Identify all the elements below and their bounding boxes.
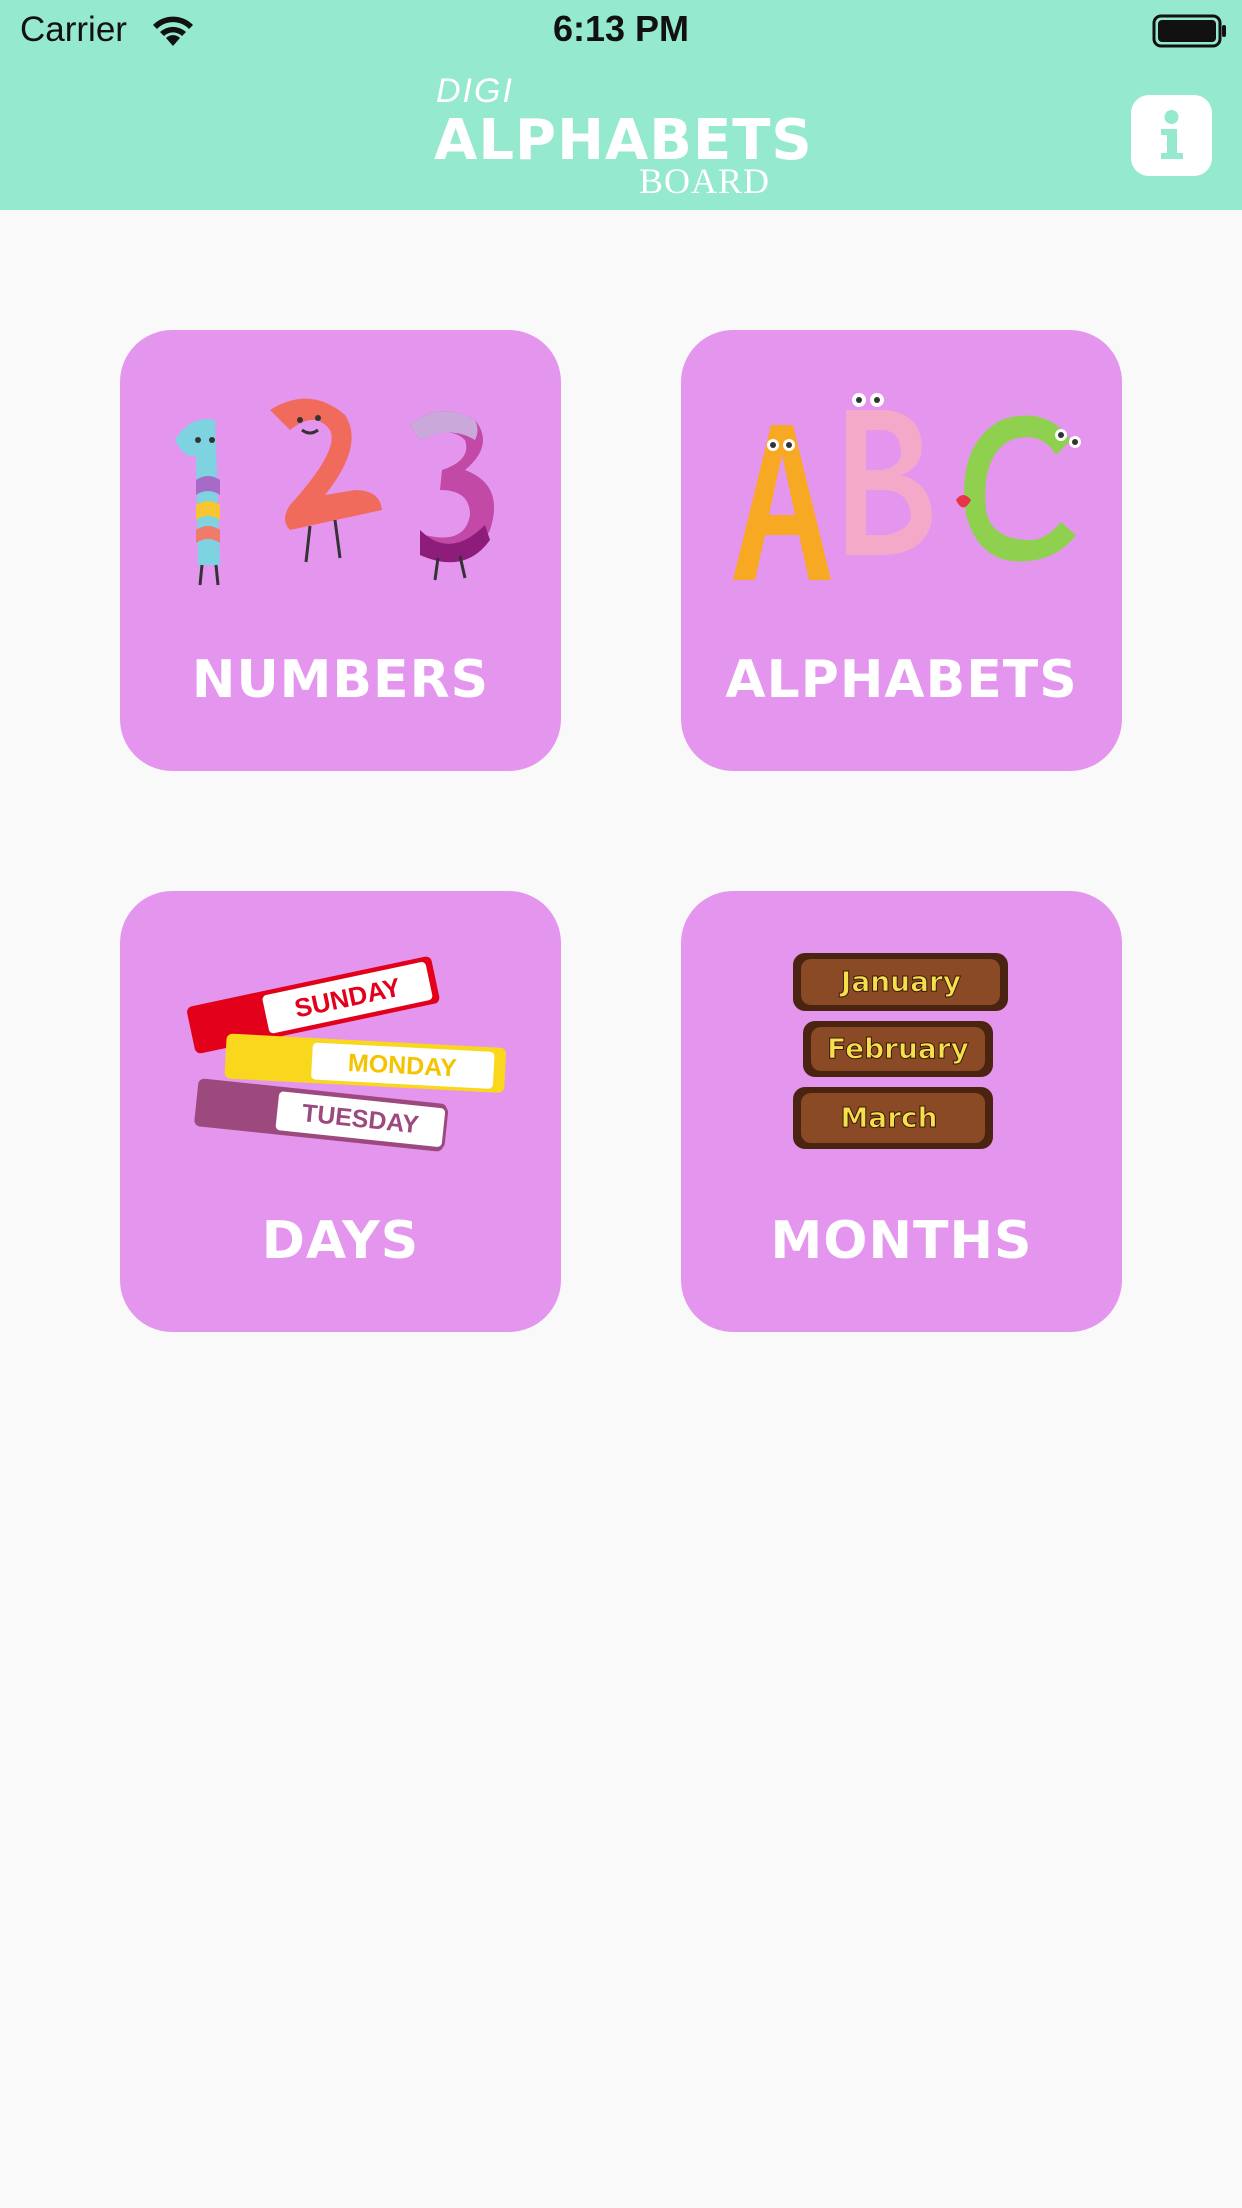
numbers-tile[interactable]: NUMBERS (120, 330, 561, 771)
logo-board-text: BOARD (638, 161, 770, 201)
clock: 6:13 PM (552, 8, 690, 49)
status-bar: Carrier 6:13 PM (0, 0, 1242, 62)
months-tile[interactable]: January February March MONTHS (681, 891, 1122, 1332)
months-march-text: March (840, 1101, 937, 1134)
numbers-label: NUMBERS (191, 650, 490, 710)
months-label: MONTHS (770, 1211, 1033, 1271)
months-january-text: January (839, 965, 961, 998)
months-illustration: January February March (793, 953, 1008, 1149)
months-february-text: February (827, 1032, 969, 1065)
numbers-illustration (175, 398, 495, 586)
days-tile[interactable]: SUNDAY MONDAY TUESDAY MONTHS DAYS (120, 891, 561, 1332)
header-bar: Carrier 6:13 PM DIGI ALPHABETS BOARD (0, 0, 1242, 210)
battery-icon (1152, 14, 1226, 48)
days-monday-text: MONDAY (347, 1049, 457, 1083)
info-button[interactable] (1131, 95, 1212, 176)
days-illustration: SUNDAY MONDAY TUESDAY (187, 956, 507, 1152)
alphabets-illustration (733, 393, 1081, 580)
days-label: DAYS (261, 1211, 420, 1271)
alphabets-label: ALPHABETS (725, 650, 1078, 710)
logo-digi-text: DIGI (436, 72, 514, 110)
info-icon (1161, 110, 1183, 159)
alphabets-tile[interactable]: ALPHABETS (681, 330, 1122, 771)
app-logo: DIGI ALPHABETS BOARD (434, 72, 812, 201)
